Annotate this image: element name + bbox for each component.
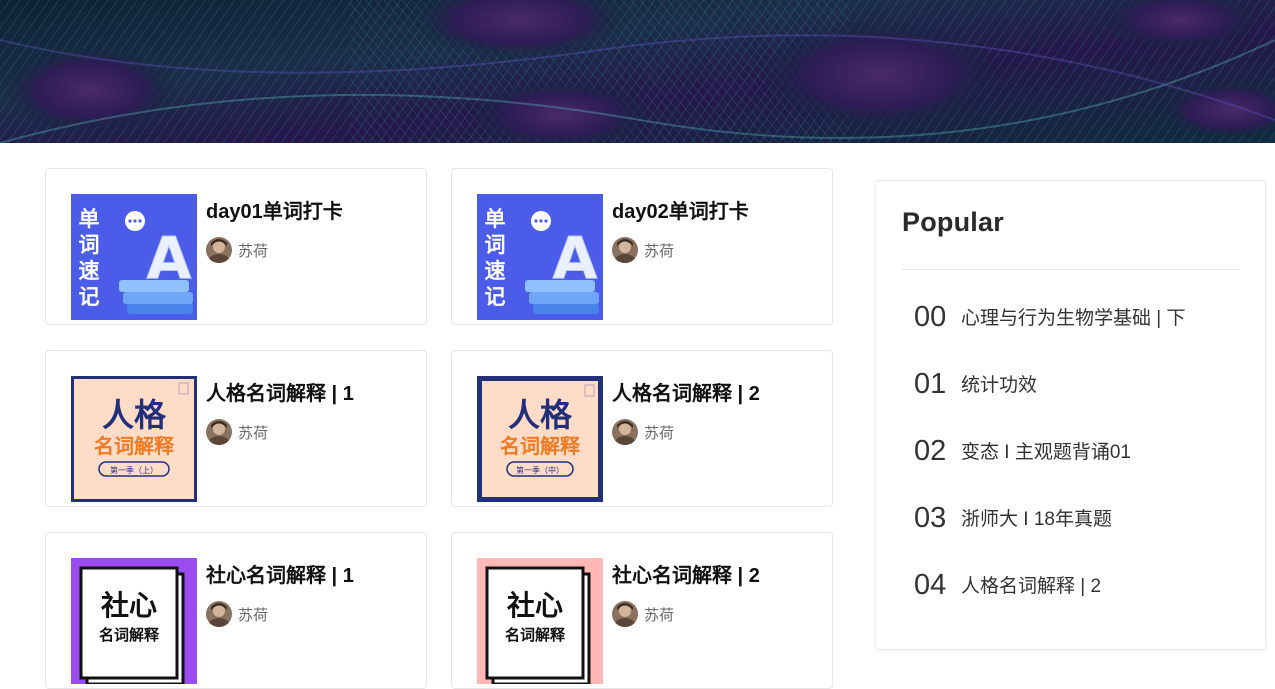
avatar [206,419,232,445]
header-banner-image [0,0,1275,143]
post-card[interactable]: 单 词 速 记 A day01单词打卡 苏荷 [45,168,427,325]
post-title[interactable]: day02单词打卡 [612,195,749,224]
post-author[interactable]: 苏荷 [612,601,674,627]
popular-item[interactable]: 03 浙师大 I 18年真题 [914,500,1244,567]
post-title[interactable]: 人格名词解释 | 2 [612,377,760,406]
cover-char: 单 [485,207,506,231]
post-card[interactable]: 社心 名词解释 社心名词解释 | 2 苏荷 [451,532,833,689]
cover-char: 记 [79,285,100,309]
cover-char: 速 [79,259,100,283]
cover-subheading: 名词解释 [94,434,175,458]
cover-heading: 社心 [507,589,563,622]
post-cover-image[interactable]: 社心 名词解释 [477,558,603,684]
cover-subheading: 名词解释 [99,626,160,644]
post-card[interactable]: 单 词 速 记 A day02单词打卡 苏荷 [451,168,833,325]
post-card[interactable]: 人格 名词解释 第一季（上） 人格名词解释 | 1 苏荷 [45,350,427,507]
popular-item-title[interactable]: 人格名词解释 | 2 [961,571,1101,598]
popular-rank: 04 [914,569,947,601]
post-card[interactable]: 社心 名词解释 社心名词解释 | 1 苏荷 [45,532,427,689]
avatar [612,237,638,263]
avatar [206,601,232,627]
popular-item[interactable]: 02 变态 I 主观题背诵01 [914,433,1244,500]
post-title[interactable]: 社心名词解释 | 1 [206,559,354,588]
cover-letter: A [147,224,192,292]
post-card[interactable]: 人格 名词解释 第一季（中） 人格名词解释 | 2 苏荷 [451,350,833,507]
post-author[interactable]: 苏荷 [206,601,268,627]
popular-item-title[interactable]: 统计功效 [961,370,1037,397]
author-name: 苏荷 [644,606,675,624]
cover-char: 速 [485,259,506,283]
popular-item[interactable]: 04 人格名词解释 | 2 [914,567,1244,634]
popular-item-title[interactable]: 变态 I 主观题背诵01 [961,437,1131,464]
popular-rank: 03 [914,502,947,534]
cover-letter: A [553,224,598,292]
popular-rank: 01 [914,368,947,400]
popular-rank: 00 [914,301,947,333]
cover-heading: 人格 [508,396,573,434]
cover-char: 单 [79,207,100,231]
avatar [612,601,638,627]
post-cover-image[interactable]: 单 词 速 记 A [71,194,197,320]
post-cover-image[interactable]: 人格 名词解释 第一季（中） [477,376,603,502]
cover-heading: 社心 [101,589,157,622]
post-author[interactable]: 苏荷 [206,419,268,445]
cover-subheading: 名词解释 [500,434,581,458]
popular-item[interactable]: 01 统计功效 [914,366,1244,433]
avatar [206,237,232,263]
post-title[interactable]: 人格名词解释 | 1 [206,377,354,406]
author-name: 苏荷 [238,242,269,260]
post-cover-image[interactable]: 单 词 速 记 A [477,194,603,320]
avatar [612,419,638,445]
cover-char: 词 [485,233,506,257]
post-author[interactable]: 苏荷 [612,237,674,263]
popular-widget: Popular 00 心理与行为生物学基础 | 下 01 统计功效 02 变态 … [875,180,1266,650]
popular-list: 00 心理与行为生物学基础 | 下 01 统计功效 02 变态 I 主观题背诵0… [914,299,1244,634]
cover-char: 记 [485,285,506,309]
author-name: 苏荷 [644,424,675,442]
cover-season: 第一季（中） [516,465,564,475]
post-author[interactable]: 苏荷 [206,237,268,263]
post-cover-image[interactable]: 社心 名词解释 [71,558,197,684]
popular-item-title[interactable]: 浙师大 I 18年真题 [961,504,1112,531]
cover-season: 第一季（上） [110,465,158,475]
divider [902,269,1240,270]
popular-item-title[interactable]: 心理与行为生物学基础 | 下 [961,303,1186,330]
author-name: 苏荷 [644,242,675,260]
post-title[interactable]: day01单词打卡 [206,195,343,224]
cover-subheading: 名词解释 [505,626,566,644]
author-name: 苏荷 [238,424,269,442]
popular-rank: 02 [914,435,947,467]
popular-item[interactable]: 00 心理与行为生物学基础 | 下 [914,299,1244,366]
post-title[interactable]: 社心名词解释 | 2 [612,559,760,588]
cover-heading: 人格 [102,396,167,434]
author-name: 苏荷 [238,606,269,624]
popular-heading: Popular [902,207,1004,237]
post-author[interactable]: 苏荷 [612,419,674,445]
post-cover-image[interactable]: 人格 名词解释 第一季（上） [71,376,197,502]
cover-char: 词 [79,233,100,257]
